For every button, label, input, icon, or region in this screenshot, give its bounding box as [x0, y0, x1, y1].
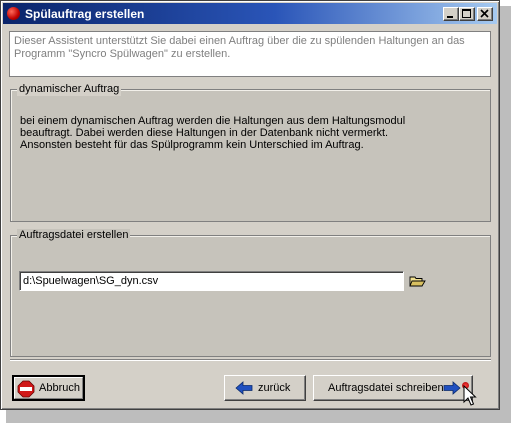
description-line: bei einem dynamischen Auftrag werden die… [20, 115, 406, 127]
title-bar[interactable]: Spülauftrag erstellen [3, 3, 497, 24]
intro-text: Dieser Assistent unterstützt Sie dabei e… [14, 35, 465, 60]
close-button[interactable] [477, 7, 493, 21]
minimize-icon [447, 16, 453, 18]
maximize-icon [462, 9, 471, 18]
back-button[interactable]: zurück [224, 375, 306, 401]
intro-text-box: Dieser Assistent unterstützt Sie dabei e… [9, 31, 491, 77]
description-line: Ansonsten besteht für das Spülprogramm k… [20, 139, 364, 151]
stop-sign-icon [17, 380, 35, 398]
back-label: zurück [258, 382, 291, 394]
footer-divider [10, 359, 491, 361]
abort-label: Abbruch [39, 382, 80, 394]
mouse-cursor-icon [463, 385, 477, 406]
folder-open-icon [409, 276, 426, 287]
arrow-left-icon [235, 381, 253, 395]
browse-folder-button[interactable] [409, 273, 427, 289]
abort-button[interactable]: Abbruch [12, 375, 85, 401]
file-group-legend: Auftragsdatei erstellen [17, 229, 131, 242]
dynamic-order-legend: dynamischer Auftrag [17, 83, 122, 96]
dynamic-order-description: bei einem dynamischen Auftrag werden die… [20, 115, 480, 151]
minimize-button[interactable] [443, 7, 459, 21]
stop-sign-icon [7, 7, 20, 20]
dialog-window: Spülauftrag erstellen Dieser Assistent u… [0, 0, 500, 410]
dynamic-order-group: dynamischer Auftrag bei einem dynamische… [10, 83, 491, 222]
file-path-input[interactable]: d:\Spuelwagen\SG_dyn.csv [19, 271, 404, 291]
arrow-right-icon [443, 381, 461, 395]
write-file-button[interactable]: Auftragsdatei schreiben [313, 375, 473, 401]
file-group: Auftragsdatei erstellen d:\Spuelwagen\SG… [10, 229, 491, 357]
window-title: Spülauftrag erstellen [25, 7, 145, 21]
write-file-label: Auftragsdatei schreiben [328, 382, 444, 394]
description-line: beauftragt. Dabei werden diese Haltungen… [20, 127, 389, 139]
close-icon [480, 9, 489, 18]
maximize-button[interactable] [459, 7, 475, 21]
